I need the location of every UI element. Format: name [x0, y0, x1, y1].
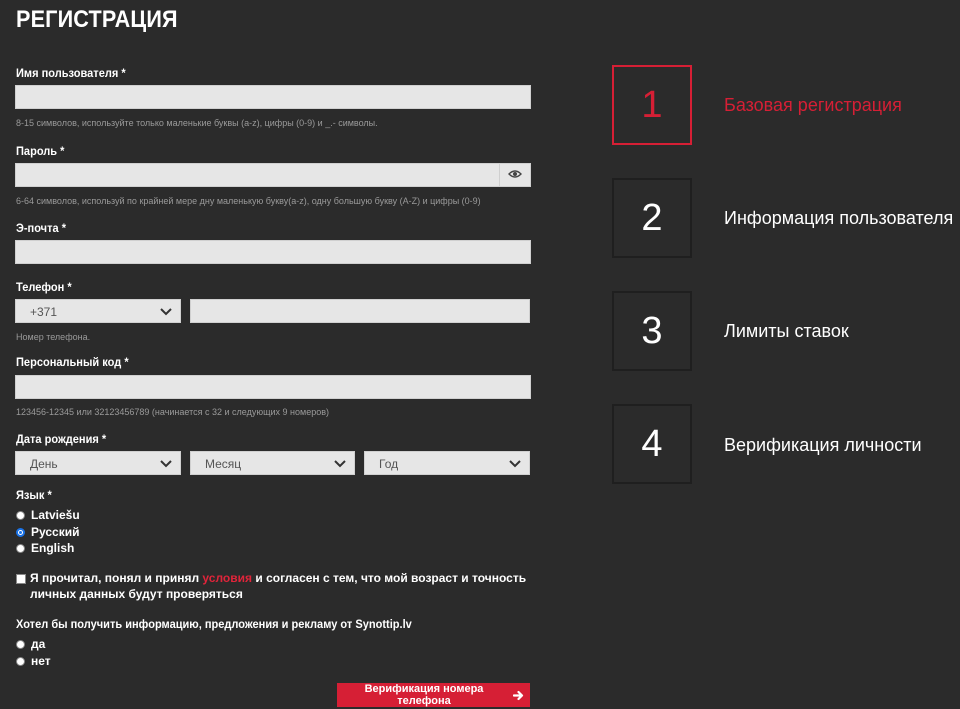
username-label: Имя пользователя * — [16, 66, 126, 80]
page-title: РЕГИСТРАЦИЯ — [16, 6, 178, 33]
step-4-number: 4 — [612, 404, 692, 484]
language-option-label: Русский — [31, 525, 80, 539]
email-label: Э-почта * — [16, 221, 66, 235]
step-1-number: 1 — [612, 65, 692, 145]
language-option-russian[interactable]: Русский — [16, 525, 80, 539]
language-option-latviesu[interactable]: Latviešu — [16, 508, 80, 522]
username-input[interactable] — [16, 86, 530, 108]
password-hint: 6-64 символов, используй по крайней мере… — [16, 196, 481, 206]
verify-phone-button[interactable]: Верификация номера телефона — [337, 683, 530, 707]
step-2-label: Информация пользователя — [724, 208, 954, 228]
chevron-down-icon — [509, 458, 521, 472]
step-4-label: Верификация личности — [724, 435, 922, 455]
radio-button[interactable] — [16, 510, 25, 520]
email-input[interactable] — [16, 241, 530, 263]
radio-button[interactable] — [16, 543, 25, 553]
verify-phone-button-label: Верификация номера телефона — [364, 683, 484, 707]
password-label: Пароль * — [16, 144, 65, 158]
phone-field[interactable] — [190, 299, 530, 323]
personal-code-hint: 123456-12345 или 32123456789 (начинается… — [16, 407, 329, 417]
consent-text-before: Я прочитал, понял и принял — [30, 571, 203, 585]
phone-input[interactable] — [191, 300, 529, 322]
marketing-option-no[interactable]: нет — [16, 654, 51, 668]
password-visibility-toggle[interactable] — [499, 164, 530, 186]
eye-icon — [508, 166, 522, 184]
country-code-value: +371 — [30, 305, 58, 319]
password-field[interactable] — [15, 163, 531, 187]
language-option-label: Latviešu — [31, 508, 80, 522]
birth-year-value: Год — [379, 457, 399, 471]
consent-text: Я прочитал, понял и принял условия и сог… — [30, 570, 530, 602]
birth-day-value: День — [30, 457, 58, 471]
country-code-select[interactable]: +371 — [15, 299, 181, 323]
password-input[interactable] — [16, 164, 500, 186]
birth-month-value: Месяц — [205, 457, 242, 471]
email-field[interactable] — [15, 240, 531, 264]
phone-label: Телефон * — [16, 280, 72, 294]
step-3-number: 3 — [612, 291, 692, 371]
step-2-number: 2 — [612, 178, 692, 258]
birth-day-select[interactable]: День — [15, 451, 181, 475]
personal-code-label: Персональный код * — [16, 355, 129, 369]
chevron-down-icon — [334, 458, 346, 472]
marketing-option-yes[interactable]: да — [16, 637, 45, 651]
step-3-label: Лимиты ставок — [724, 321, 849, 341]
chevron-down-icon — [160, 306, 172, 320]
radio-button[interactable] — [16, 639, 25, 649]
personal-code-input[interactable] — [16, 376, 530, 398]
birth-month-select[interactable]: Месяц — [190, 451, 355, 475]
language-option-english[interactable]: English — [16, 541, 74, 555]
step-1-label: Базовая регистрация — [724, 95, 902, 115]
consent-checkbox[interactable] — [16, 574, 26, 584]
username-hint: 8-15 символов, используйте только малень… — [16, 118, 378, 128]
radio-button[interactable] — [16, 656, 25, 666]
radio-button-selected[interactable] — [16, 527, 25, 537]
chevron-down-icon — [160, 458, 172, 472]
marketing-option-label: нет — [31, 654, 51, 668]
birth-year-select[interactable]: Год — [364, 451, 530, 475]
birthdate-label: Дата рождения * — [16, 432, 107, 446]
marketing-label: Хотел бы получить информацию, предложени… — [16, 617, 412, 631]
language-label: Язык * — [16, 488, 52, 502]
arrow-right-icon — [513, 690, 524, 701]
language-option-label: English — [31, 541, 75, 555]
terms-link[interactable]: условия — [202, 571, 252, 585]
username-field[interactable] — [15, 85, 531, 109]
marketing-option-label: да — [31, 637, 46, 651]
personal-code-field[interactable] — [15, 375, 531, 399]
phone-hint: Номер телефона. — [16, 332, 91, 342]
